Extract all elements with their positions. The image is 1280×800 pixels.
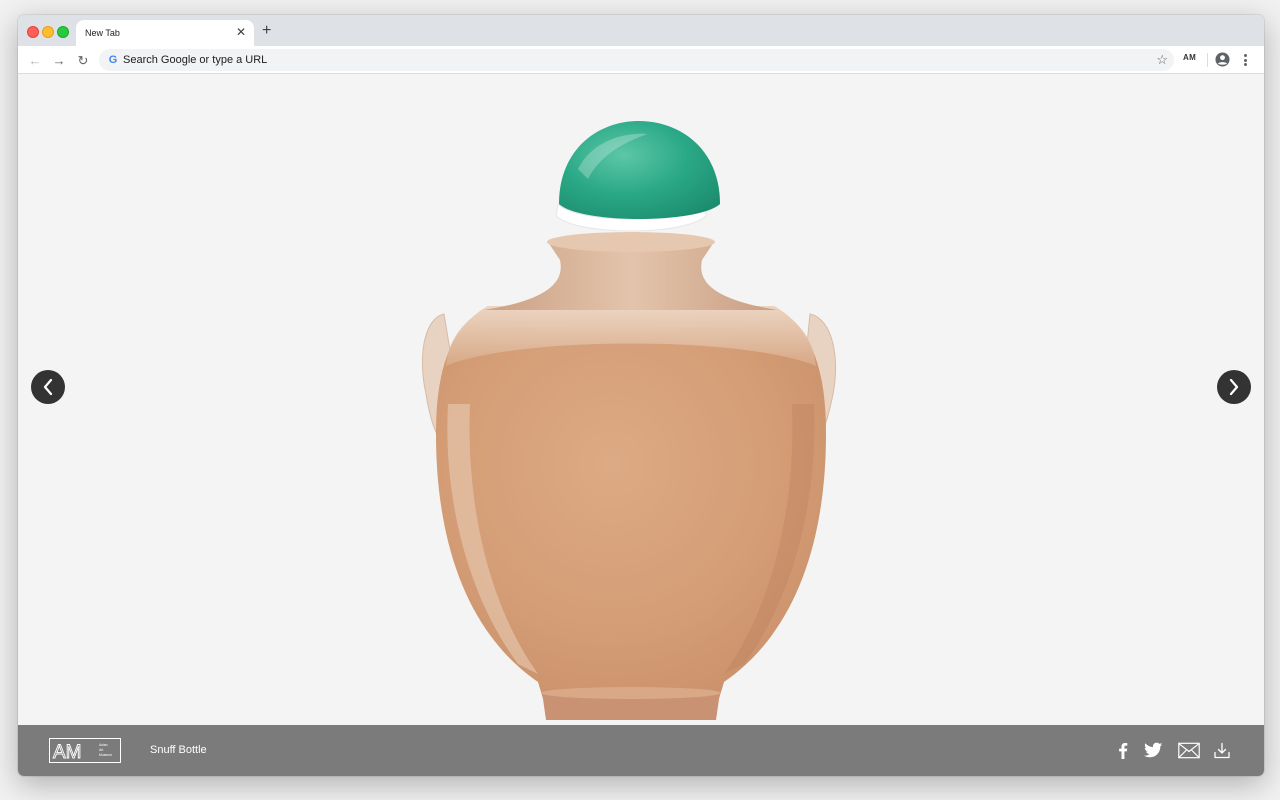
menu-icon[interactable] — [1242, 52, 1248, 68]
museum-logo[interactable]: AM Asian Art Museum — [49, 738, 121, 763]
chevron-left-icon — [43, 378, 53, 396]
artwork-footer: AM Asian Art Museum Snuff Bottle — [18, 725, 1264, 776]
bookmark-star-icon[interactable]: ☆ — [1156, 52, 1168, 68]
browser-window: New Tab ✕ + ← → ↻ G Search Google or typ… — [18, 15, 1264, 776]
facebook-icon[interactable] — [1116, 742, 1130, 759]
tab-strip: New Tab ✕ + — [18, 15, 1264, 46]
profile-icon[interactable] — [1215, 52, 1230, 67]
reload-button[interactable]: ↻ — [74, 51, 92, 69]
minimize-window-button[interactable] — [42, 26, 54, 38]
tab-title: New Tab — [85, 28, 120, 38]
new-tab-button[interactable]: + — [262, 23, 271, 39]
back-button[interactable]: ← — [26, 51, 44, 69]
close-icon[interactable]: ✕ — [236, 25, 246, 39]
download-icon[interactable] — [1214, 742, 1230, 759]
logo-subtext-2: Art — [99, 748, 103, 752]
next-artwork-button[interactable] — [1217, 370, 1251, 404]
artwork-viewer — [18, 74, 1264, 725]
address-bar-placeholder: Search Google or type a URL — [123, 54, 268, 66]
toolbar-divider — [1207, 53, 1208, 67]
tab-new-tab[interactable]: New Tab ✕ — [76, 20, 254, 46]
chevron-right-icon — [1229, 378, 1239, 396]
logo-letters: AM — [53, 742, 82, 763]
google-icon: G — [108, 54, 118, 66]
mail-icon[interactable] — [1178, 742, 1200, 759]
logo-subtext-3: Museum — [99, 753, 112, 757]
previous-artwork-button[interactable] — [31, 370, 65, 404]
snuff-bottle-image — [421, 121, 837, 720]
forward-button[interactable]: → — [50, 51, 68, 69]
logo-subtext-1: Asian — [99, 743, 108, 747]
extension-am-button[interactable]: AM — [1183, 53, 1196, 62]
close-window-button[interactable] — [27, 26, 39, 38]
address-bar[interactable]: G Search Google or type a URL ☆ — [99, 49, 1174, 71]
artwork-title: Snuff Bottle — [150, 744, 207, 756]
browser-toolbar: ← → ↻ G Search Google or type a URL ☆ AM — [18, 46, 1264, 74]
twitter-icon[interactable] — [1144, 742, 1163, 759]
maximize-window-button[interactable] — [57, 26, 69, 38]
